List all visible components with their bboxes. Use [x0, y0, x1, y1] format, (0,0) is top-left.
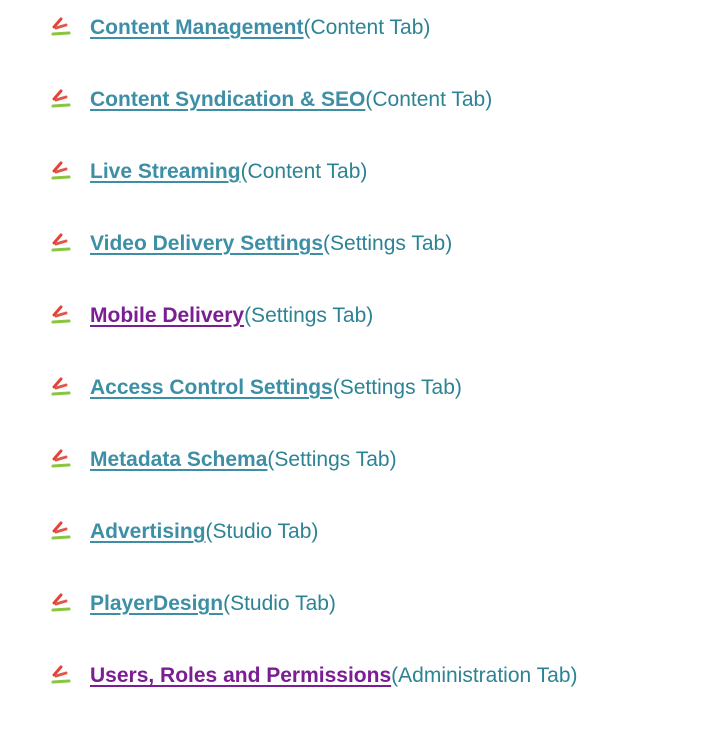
list-item: Users, Roles and Permissions (Administra… [50, 658, 578, 694]
tab-note: (Settings Tab) [323, 232, 453, 255]
tab-note: (Studio Tab) [205, 520, 319, 543]
checkmark-bullet-icon [50, 665, 72, 687]
list-item: Content Management (Content Tab) [50, 10, 430, 46]
feature-link[interactable]: Content Syndication & SEO [90, 82, 365, 118]
list-item: Advertising (Studio Tab) [50, 514, 318, 550]
feature-link[interactable]: Content Management [90, 10, 304, 46]
checkmark-bullet-icon [50, 17, 72, 39]
feature-link[interactable]: Live Streaming [90, 154, 241, 190]
list-item: Access Control Settings (Settings Tab) [50, 370, 462, 406]
feature-link[interactable]: Mobile Delivery [90, 298, 244, 334]
tab-note: (Settings Tab) [244, 304, 374, 327]
checkmark-bullet-icon [50, 89, 72, 111]
tab-note: (Content Tab) [240, 160, 368, 183]
checkmark-bullet-icon [50, 233, 72, 255]
feature-link[interactable]: Video Delivery Settings [90, 226, 323, 262]
feature-link[interactable]: Metadata Schema [90, 442, 267, 478]
checkmark-bullet-icon [50, 449, 72, 471]
checkmark-bullet-icon [50, 161, 72, 183]
tab-note: (Settings Tab) [267, 448, 397, 471]
list-item: Live Streaming (Content Tab) [50, 154, 367, 190]
feature-link[interactable]: Users, Roles and Permissions [90, 658, 391, 694]
tab-note: (Content Tab) [303, 16, 431, 39]
tab-note: (Administration Tab) [391, 664, 578, 687]
feature-link[interactable]: Advertising [90, 514, 206, 550]
list-item: PlayerDesign (Studio Tab) [50, 586, 336, 622]
checkmark-bullet-icon [50, 521, 72, 543]
feature-link[interactable]: Access Control Settings [90, 370, 333, 406]
list-item: Content Syndication & SEO (Content Tab) [50, 82, 492, 118]
checkmark-bullet-icon [50, 377, 72, 399]
feature-link[interactable]: PlayerDesign [90, 586, 223, 622]
tab-note: (Settings Tab) [332, 376, 462, 399]
list-item: Video Delivery Settings (Settings Tab) [50, 226, 452, 262]
list-item: Mobile Delivery (Settings Tab) [50, 298, 373, 334]
checkmark-bullet-icon [50, 305, 72, 327]
list-item: Metadata Schema (Settings Tab) [50, 442, 397, 478]
tab-note: (Content Tab) [365, 88, 493, 111]
checkmark-bullet-icon [50, 593, 72, 615]
tab-note: (Studio Tab) [223, 592, 336, 615]
